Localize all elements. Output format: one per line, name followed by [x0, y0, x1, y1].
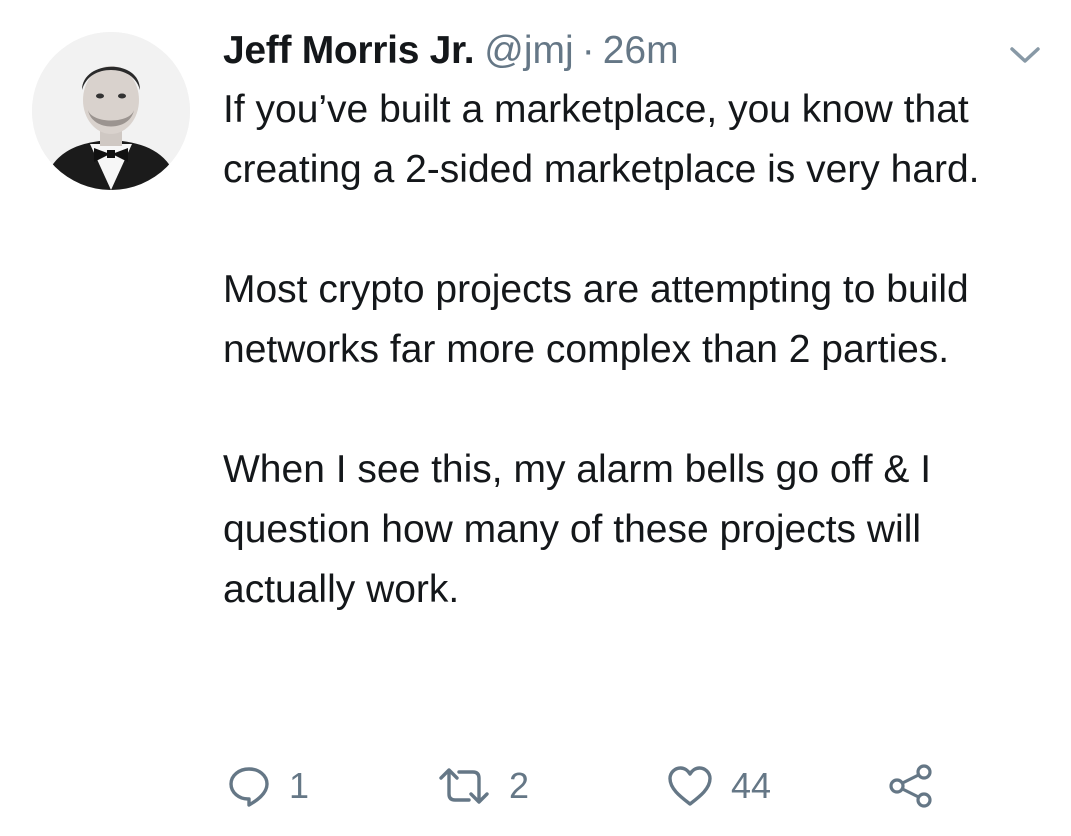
- like-button[interactable]: 44: [667, 756, 771, 816]
- avatar[interactable]: [32, 32, 190, 190]
- chevron-down-icon: [1010, 47, 1040, 63]
- tweet-paragraph: Most crypto projects are attempting to b…: [223, 268, 969, 371]
- retweet-count: 2: [509, 765, 530, 806]
- tweet-timestamp[interactable]: 26m: [603, 29, 679, 72]
- reply-count: 1: [289, 765, 310, 806]
- share-icon: [889, 764, 932, 808]
- retweet-icon: [439, 768, 489, 804]
- like-count: 44: [731, 765, 772, 806]
- reply-icon: [229, 767, 269, 807]
- tweet-text: If you’ve built a marketplace, you know …: [223, 80, 1043, 620]
- tweet-actions: 1 2 44: [223, 756, 983, 816]
- tweet-paragraph: If you’ve built a marketplace, you know …: [223, 88, 980, 191]
- tweet-header: Jeff Morris Jr. @jmj · 26m: [223, 26, 679, 76]
- author-name[interactable]: Jeff Morris Jr.: [223, 29, 475, 72]
- heart-icon: [668, 766, 712, 806]
- share-button[interactable]: [887, 756, 935, 816]
- separator-dot: ·: [581, 29, 595, 72]
- reply-button[interactable]: 1: [227, 756, 309, 816]
- retweet-button[interactable]: 2: [437, 756, 529, 816]
- avatar-image: [32, 32, 190, 190]
- tweet-paragraph: When I see this, my alarm bells go off &…: [223, 448, 932, 611]
- tweet-menu-button[interactable]: [1003, 38, 1047, 72]
- author-handle[interactable]: @jmj: [484, 29, 573, 72]
